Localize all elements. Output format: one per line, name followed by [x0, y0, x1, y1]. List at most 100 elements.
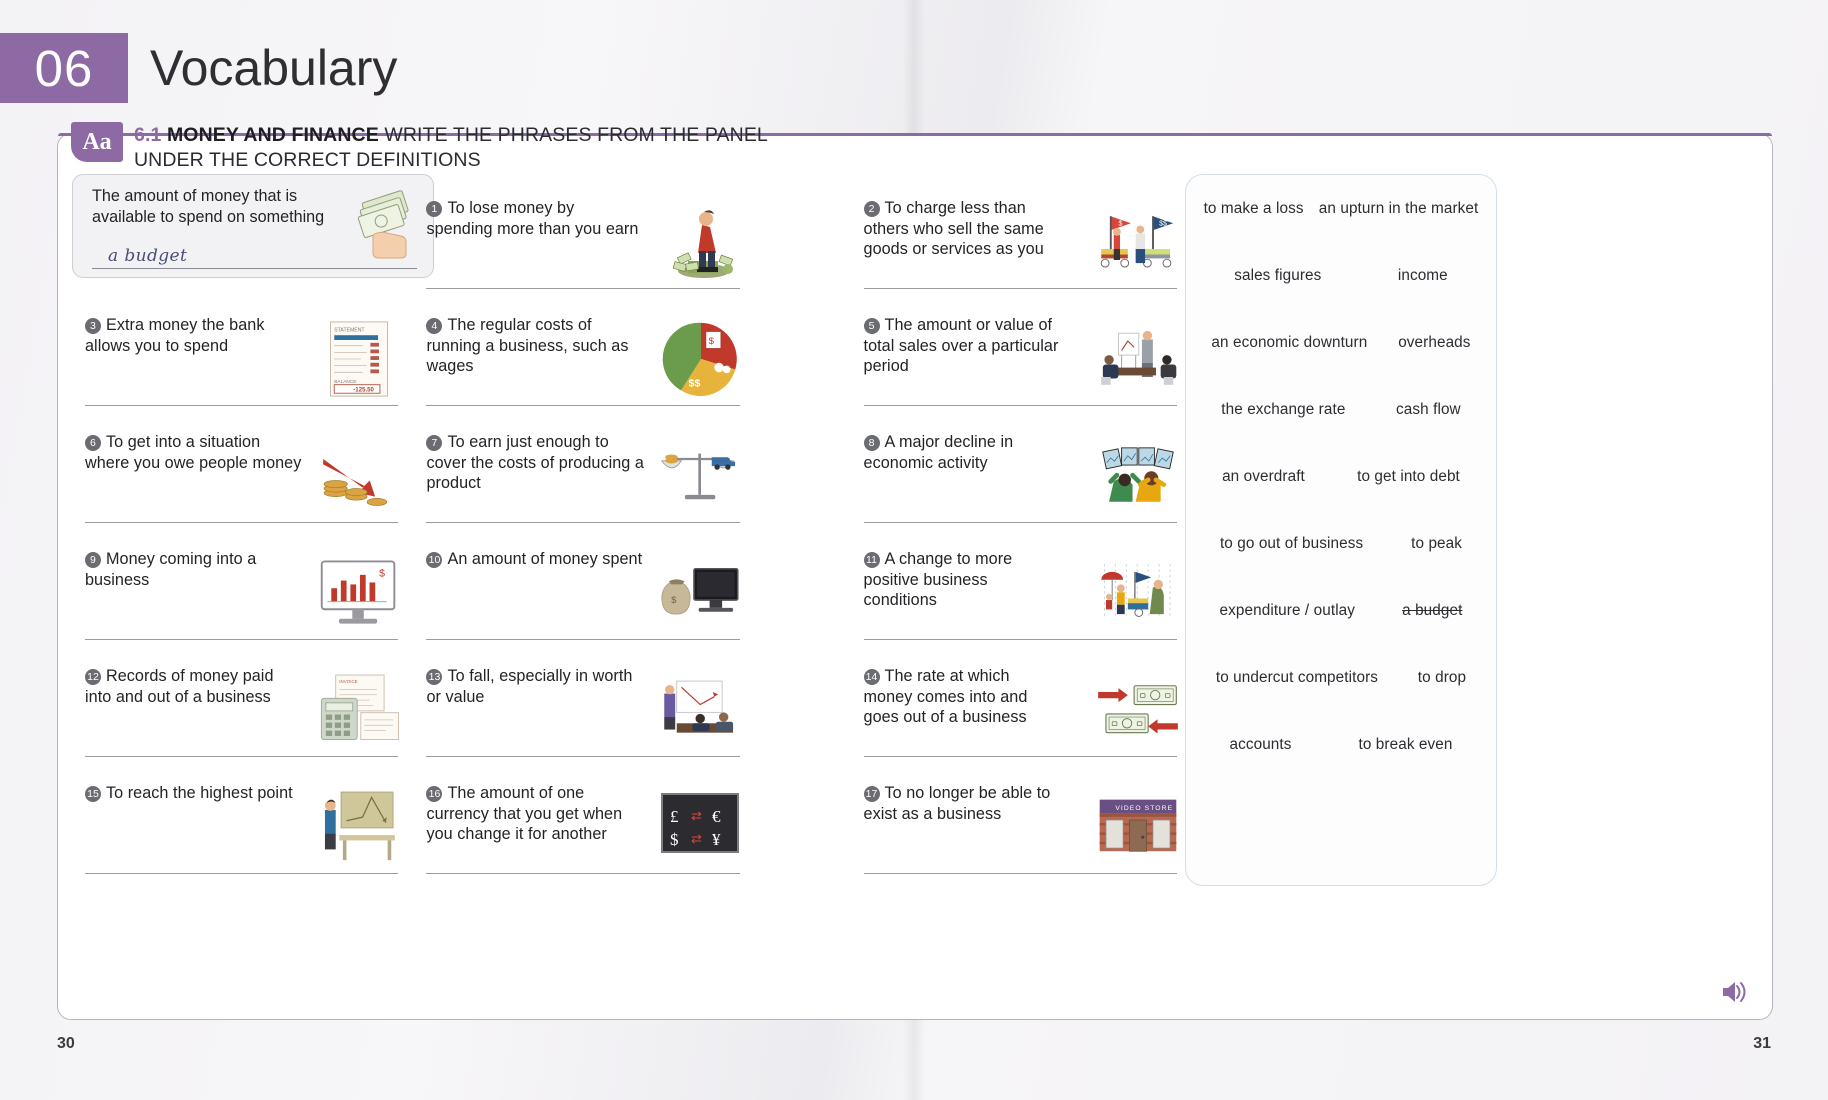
answer-line-16[interactable] [426, 873, 740, 874]
word-bank-item[interactable]: to drop [1418, 669, 1466, 687]
answer-line-13[interactable] [426, 756, 740, 757]
book-spread: 06 Vocabulary Aa 6.1 MONEY AND FINANCE W… [0, 0, 1828, 1100]
item-number-12: 12 [85, 669, 101, 686]
answer-line-7[interactable] [426, 522, 740, 523]
statement-balance-label: BALANCE [335, 379, 357, 385]
column-gap [754, 420, 850, 537]
balance-scales-icon [658, 437, 744, 515]
definition-item-8[interactable]: 8A major decline in economic activity [850, 420, 1191, 537]
answer-line-9[interactable] [85, 639, 399, 640]
word-bank-item[interactable]: to make a loss [1204, 200, 1304, 218]
word-bank-item[interactable]: an economic downturn [1211, 334, 1367, 352]
item-number-17: 17 [863, 786, 880, 803]
answer-line-2[interactable] [863, 288, 1177, 289]
word-bank-item[interactable]: an overdraft [1222, 468, 1305, 486]
answer-line-10[interactable] [426, 639, 740, 640]
item-number-1: 1 [426, 201, 443, 218]
item-number-14: 14 [863, 669, 880, 686]
item-number-6: 6 [85, 435, 101, 452]
exercise-card: Aa 6.1 MONEY AND FINANCE WRITE THE PHRAS… [57, 122, 1773, 1020]
svg-text:⇄: ⇄ [691, 808, 702, 823]
definition-item-15[interactable]: 15 To reach the highest point [71, 771, 412, 888]
word-bank-row: an economic downturn overheads [1186, 309, 1496, 376]
definition-item-2[interactable]: 2 To charge less than others who sell the… [850, 186, 1191, 303]
vocabulary-badge: Aa [71, 122, 123, 162]
definitions-row: 3 Extra money the bank allows you to spen… [71, 303, 1191, 420]
exercise-instruction-line2: UNDER THE CORRECT DEFINITIONS [134, 149, 481, 171]
word-bank-row: expenditure / outlay a budget [1186, 577, 1496, 644]
answer-line-11[interactable] [863, 639, 1177, 640]
example-slot [71, 186, 412, 303]
exercise-instruction-rest: WRITE THE PHRASES FROM THE PANEL [378, 124, 768, 146]
item-number-10: 10 [426, 552, 443, 569]
word-bank-item[interactable]: to get into debt [1357, 468, 1460, 486]
column-gap [754, 771, 850, 888]
definition-item-5[interactable]: 5 The amount or value of total sales over… [850, 303, 1191, 420]
definition-item-16[interactable]: 16 The amount of one currency that you ge… [412, 771, 753, 888]
svg-text:£: £ [670, 807, 679, 826]
bank-statement-icon: STATEMENT BALANCE -125.50 [316, 320, 402, 398]
definition-item-11[interactable]: 11 A change to more positive business con… [850, 537, 1191, 654]
falling-coins-arrow-icon [316, 437, 402, 515]
item-number-2: 2 [863, 201, 880, 218]
answer-line-14[interactable] [863, 756, 1177, 757]
definition-item-13[interactable]: 13 To fall, especially in worth or value [412, 654, 753, 771]
word-bank-item[interactable]: to undercut competitors [1216, 669, 1378, 687]
video-store-sign-text: VIDEO STORE [1115, 805, 1173, 812]
definition-item-9[interactable]: 9 Money coming into a business $ [71, 537, 412, 654]
item-number-3: 3 [85, 318, 101, 335]
statement-title-text: STATEMENT [335, 327, 366, 333]
svg-text:$$: $$ [1159, 221, 1167, 228]
answer-line-3[interactable] [85, 405, 399, 406]
answer-line-5[interactable] [863, 405, 1177, 406]
word-bank-item[interactable]: to peak [1411, 535, 1462, 553]
word-bank-item[interactable]: sales figures [1234, 267, 1321, 285]
answer-line-17[interactable] [863, 873, 1177, 874]
item-number-16: 16 [426, 786, 443, 803]
svg-text:$: $ [670, 830, 679, 849]
item-number-13: 13 [426, 669, 443, 686]
word-bank-row: to make a loss an upturn in the market [1186, 175, 1496, 242]
presentation-decline-icon [658, 671, 744, 749]
answer-line-12[interactable] [85, 756, 399, 757]
invoice-calculator-icon: INVOICE [316, 671, 402, 749]
word-bank-item[interactable]: cash flow [1396, 401, 1461, 419]
word-bank-item[interactable]: to go out of business [1220, 535, 1363, 553]
definitions-row: 1 To lose money by spending more than you… [71, 186, 1191, 303]
rainy-street-stall-icon [1095, 554, 1181, 632]
word-bank-item[interactable]: expenditure / outlay [1220, 602, 1356, 620]
speaker-icon[interactable] [1720, 979, 1748, 1005]
answer-line-8[interactable] [863, 522, 1177, 523]
svg-text:$$: $$ [689, 379, 701, 390]
definition-item-6[interactable]: 6 To get into a situation where you owe p… [71, 420, 412, 537]
definition-item-4[interactable]: 4 The regular costs of running a business… [412, 303, 753, 420]
word-bank-item[interactable]: an upturn in the market [1319, 200, 1479, 218]
word-bank-item-used[interactable]: a budget [1402, 602, 1462, 620]
item-number-9: 9 [85, 552, 101, 569]
word-bank-item[interactable]: income [1398, 267, 1448, 285]
word-bank-row: the exchange rate cash flow [1186, 376, 1496, 443]
word-bank-item[interactable]: to break even [1359, 736, 1453, 754]
definition-item-14[interactable]: 14 The rate at which money comes into and… [850, 654, 1191, 771]
banknotes-arrows-icon [1095, 671, 1181, 749]
column-gap [754, 186, 850, 303]
exercise-heading: Aa 6.1 MONEY AND FINANCE WRITE THE PHRAS… [71, 122, 768, 173]
definition-item-17[interactable]: 17 To no longer be able to exist as a bus… [850, 771, 1191, 888]
word-bank-item[interactable]: the exchange rate [1221, 401, 1345, 419]
word-bank-item[interactable]: accounts [1229, 736, 1291, 754]
word-bank-item[interactable]: overheads [1398, 334, 1470, 352]
answer-line-1[interactable] [426, 288, 740, 289]
two-market-stalls-icon: $ $$ [1095, 203, 1181, 281]
definition-item-7[interactable]: 7 To earn just enough to cover the costs … [412, 420, 753, 537]
answer-line-6[interactable] [85, 522, 399, 523]
definition-item-10[interactable]: 10 An amount of money spent $ [412, 537, 753, 654]
meeting-presentation-icon [1095, 320, 1181, 398]
item-number-15: 15 [85, 786, 101, 803]
definition-item-3[interactable]: 3 Extra money the bank allows you to spen… [71, 303, 412, 420]
definition-item-1[interactable]: 1 To lose money by spending more than you… [412, 186, 753, 303]
answer-line-15[interactable] [85, 873, 399, 874]
man-falling-money-icon [658, 203, 744, 281]
answer-line-4[interactable] [426, 405, 740, 406]
definition-item-12[interactable]: 12 Records of money paid into and out of … [71, 654, 412, 771]
svg-text:INVOICE: INVOICE [340, 679, 358, 684]
